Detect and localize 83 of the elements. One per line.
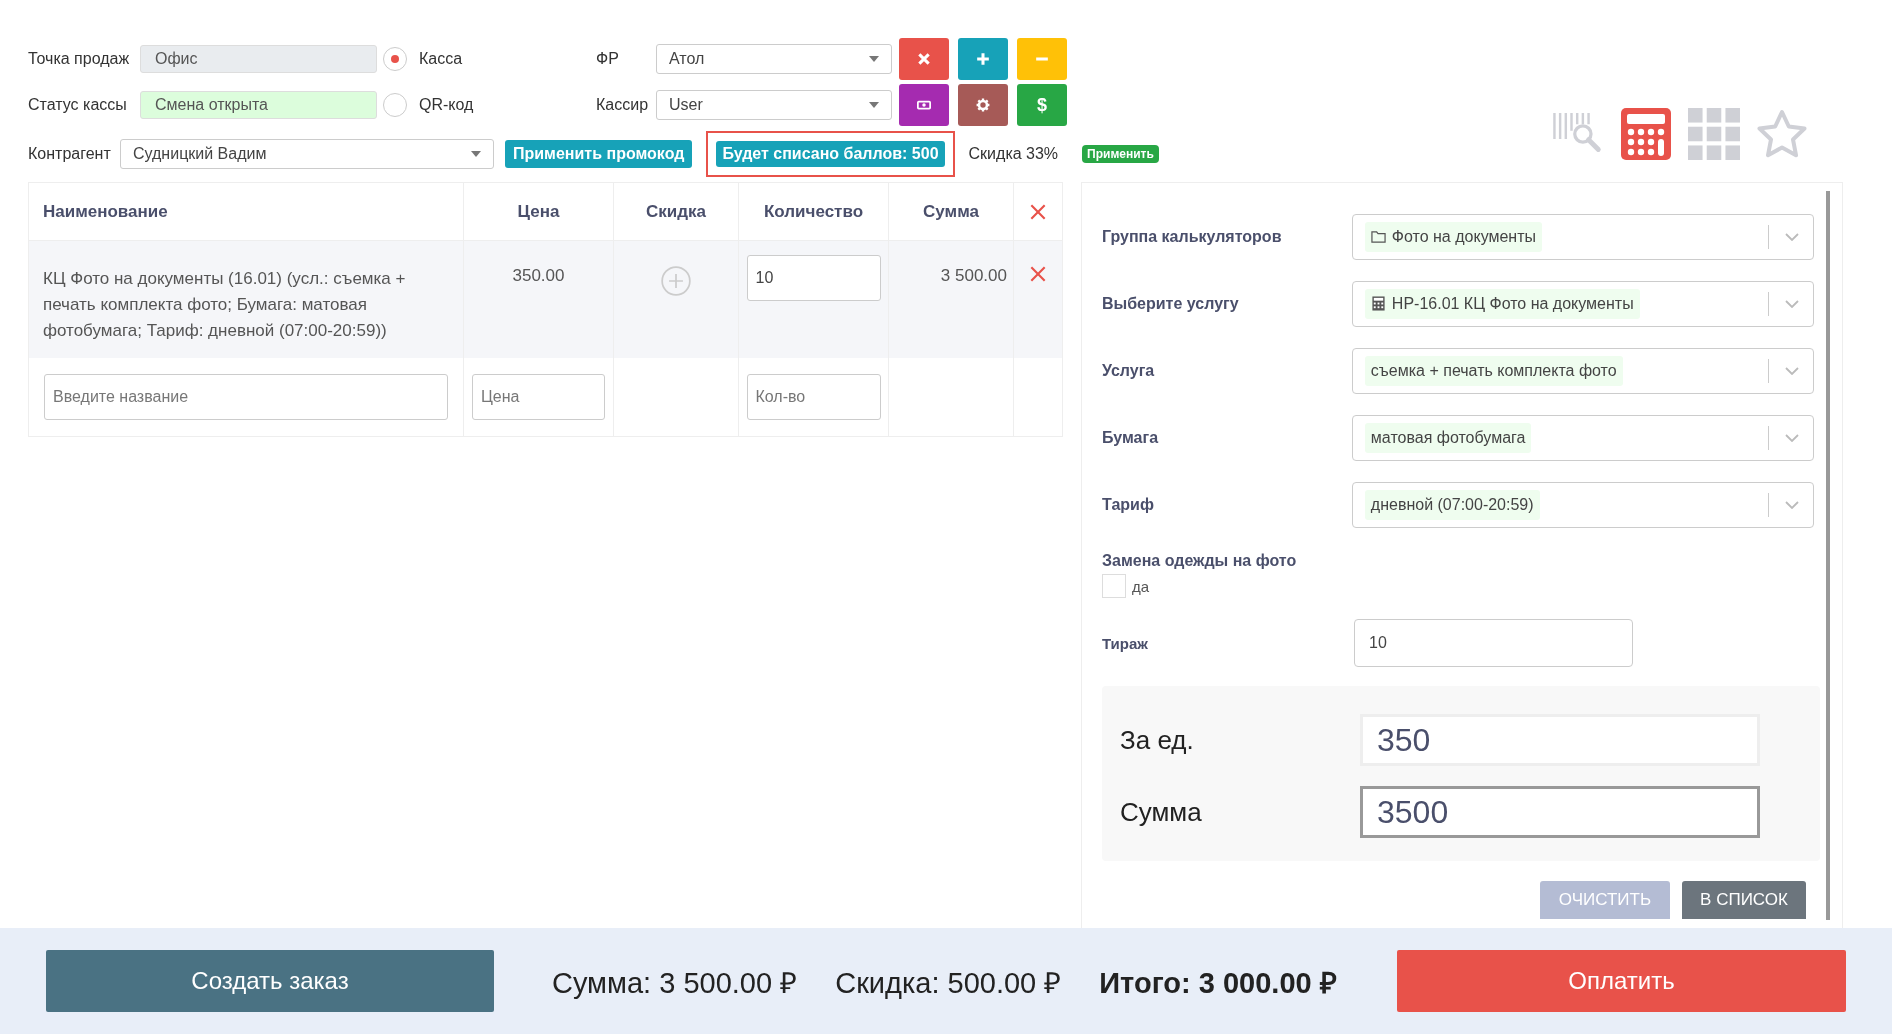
add-discount-icon[interactable] xyxy=(661,266,691,296)
point-of-sale-field: Офис xyxy=(140,45,377,73)
cash-button[interactable] xyxy=(899,84,949,126)
table-cell: 350.00 xyxy=(512,266,565,286)
chevron-icon xyxy=(1785,433,1799,442)
select-field[interactable]: НР-16.01 КЦ Фото на документы xyxy=(1351,280,1814,327)
table-cell-text: КЦ Фото на документы (16.01) (усл.: съемка + печать комплекта фото; Бумага: матовая фотобумага; Тариф: дневной (07:00-20:59)) xyxy=(43,268,407,342)
select-field[interactable]: дневной (07:00-20:59) xyxy=(1351,481,1814,528)
run-input[interactable]: 10 xyxy=(1354,619,1633,667)
close-icon[interactable] xyxy=(1030,203,1046,220)
create-order-button[interactable]: Создать заказ xyxy=(46,950,494,1012)
calculator-icon xyxy=(1370,296,1386,311)
chevron-icon xyxy=(1785,500,1799,509)
folder-icon xyxy=(1370,229,1386,244)
total-text: Итого: 3 000.00 ₽ xyxy=(1099,965,1337,1001)
calculator-icon[interactable] xyxy=(1620,108,1672,160)
name-input[interactable]: Введите название xyxy=(44,374,448,420)
field-label: Услуга xyxy=(1102,361,1156,380)
price-input[interactable]: Цена xyxy=(472,374,605,420)
banknote-icon xyxy=(917,98,931,112)
total-input[interactable]: 3500 xyxy=(1360,786,1760,838)
radio-button[interactable] xyxy=(383,93,407,117)
select-field[interactable]: Фото на документы xyxy=(1351,213,1814,260)
field-label: Выберите услугу xyxy=(1102,294,1240,313)
column-header: Количество xyxy=(739,183,889,240)
quantity-input[interactable]: 10 xyxy=(746,255,881,301)
delete-icon[interactable] xyxy=(1030,266,1046,282)
selected-value-tag: матовая фотобумага xyxy=(1364,422,1532,453)
star-icon[interactable] xyxy=(1756,108,1808,160)
select-field[interactable]: матовая фотобумага xyxy=(1351,414,1814,461)
total-text: Сумма: 3 500.00 ₽ xyxy=(552,965,798,1001)
checkbox-label: да xyxy=(1132,577,1150,595)
chevron-icon xyxy=(1785,299,1799,308)
column-header: Наименование xyxy=(29,183,464,240)
radio-label: Касса xyxy=(419,50,464,68)
add-to-list-button[interactable]: В СПИСОК xyxy=(1682,881,1806,919)
total-text: Скидка: 500.00 ₽ xyxy=(835,965,1062,1001)
caret-icon xyxy=(869,102,879,108)
points-badge: Будет списано баллов: 500 xyxy=(716,141,945,167)
grid-icon[interactable] xyxy=(1688,108,1740,160)
field-label: За ед. xyxy=(1120,724,1195,756)
column-header: Сумма xyxy=(889,183,1014,240)
chevron-icon xyxy=(1785,232,1799,241)
field-label: ФР xyxy=(596,50,620,68)
field-label: Сумма xyxy=(1120,796,1203,828)
field-label: Тариф xyxy=(1102,495,1155,514)
field-label: Статус кассы xyxy=(28,96,128,114)
field-label: Группа калькуляторов xyxy=(1102,227,1283,246)
field-label: Кассир xyxy=(596,96,650,114)
register-status-field: Смена открыта xyxy=(140,91,377,119)
cashier-select[interactable]: User xyxy=(656,90,892,120)
counterparty-select[interactable]: Судницкий Вадим xyxy=(120,139,494,169)
caret-icon xyxy=(869,56,879,62)
field-label: Контрагент xyxy=(28,145,112,163)
pay-button[interactable]: Оплатить xyxy=(1397,950,1846,1012)
radio-label: QR-код xyxy=(419,96,475,114)
field-label: Замена одежды на фото xyxy=(1102,552,1298,570)
fiscal-select[interactable]: Атол xyxy=(656,44,892,74)
caret-icon xyxy=(471,151,481,157)
field-label: Тираж xyxy=(1102,634,1149,652)
field-label: Бумага xyxy=(1102,428,1160,447)
plus-button[interactable] xyxy=(958,38,1008,80)
selected-value-tag: дневной (07:00-20:59) xyxy=(1364,489,1540,520)
checkbox[interactable] xyxy=(1102,574,1126,598)
table-cell: 3 500.00 xyxy=(940,266,1007,286)
gear-button[interactable] xyxy=(958,84,1008,126)
scrollbar[interactable] xyxy=(1826,191,1830,920)
selected-value-tag: НР-16.01 КЦ Фото на документы xyxy=(1364,288,1640,319)
radio-button[interactable] xyxy=(383,47,407,71)
plus-icon xyxy=(976,52,990,66)
gear-icon xyxy=(976,98,990,112)
chevron-icon xyxy=(1785,366,1799,375)
selected-value-tag: Фото на документы xyxy=(1364,221,1542,252)
field-label: Точка продаж xyxy=(28,50,131,68)
selected-value-tag: съемка + печать комплекта фото xyxy=(1364,355,1623,386)
column-header: Цена xyxy=(464,183,614,240)
unit-price-input[interactable]: 350 xyxy=(1360,714,1760,766)
close-icon xyxy=(917,52,931,66)
column-header: Скидка xyxy=(614,183,739,240)
close-button[interactable] xyxy=(899,38,949,80)
quantity-input[interactable]: Кол-во xyxy=(746,374,881,420)
select-field[interactable]: съемка + печать комплекта фото xyxy=(1351,347,1814,394)
discount-text: Скидка 33% xyxy=(968,145,1059,163)
